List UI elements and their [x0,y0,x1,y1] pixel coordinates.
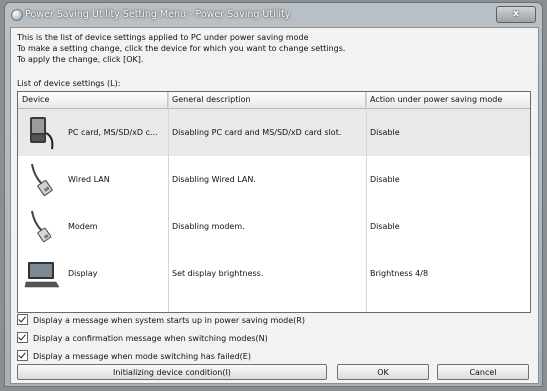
column-divider [168,92,169,312]
cancel-button[interactable]: Cancel [437,364,529,380]
dialog-window: Power Saving Utility Setting Menu - Powe… [4,2,543,387]
option-failure-message[interactable]: Display a message when mode switching ha… [17,350,251,365]
device-description: Disabling PC card and MS/SD/xD card slot… [172,128,342,137]
list-row-pc-card[interactable]: PC card, MS/SD/xD c... Disabling PC card… [18,109,530,156]
option-confirm-switch[interactable]: Display a confirmation message when swit… [17,332,268,347]
instruction-line: This is the list of device settings appl… [17,33,309,42]
device-settings-list[interactable]: Device General description Action under … [17,91,531,313]
laptop-display-icon [24,262,60,288]
initialize-device-button[interactable]: Initializing device condition(I) [17,364,327,380]
column-divider [366,92,367,312]
instructions: This is the list of device settings appl… [17,32,345,65]
device-description: Disabling modem. [172,222,245,231]
device-name: Modem [68,222,98,231]
column-header-action[interactable]: Action under power saving mode [366,92,530,108]
list-row-modem[interactable]: Modem Disabling modem. Disable [18,203,530,250]
title-bar[interactable]: Power Saving Utility Setting Menu - Powe… [5,3,542,27]
pc-card-icon [30,117,54,150]
device-action: Disable [370,222,400,231]
column-header-description[interactable]: General description [168,92,366,108]
list-row-wired-lan[interactable]: Wired LAN Disabling Wired LAN. Disable [18,156,530,203]
device-description: Set display brightness. [172,269,264,278]
window-title: Power Saving Utility Setting Menu - Powe… [25,9,291,20]
ok-button[interactable]: OK [337,364,429,380]
instruction-line: To make a setting change, click the devi… [17,44,346,53]
device-name: PC card, MS/SD/xD c... [68,128,158,137]
option-label: Display a message when mode switching ha… [33,352,251,361]
app-icon [11,9,23,21]
list-header: Device General description Action under … [18,92,530,109]
modem-cable-icon [31,210,52,243]
dialog-body: This is the list of device settings appl… [10,27,539,384]
list-label: List of device settings (L): [17,79,121,88]
device-description: Disabling Wired LAN. [172,175,256,184]
close-button[interactable]: x [496,6,536,23]
instruction-line: To apply the change, click [OK]. [17,55,144,64]
device-action: Disable [370,175,400,184]
checkbox-checked[interactable] [17,350,28,361]
device-name: Display [68,269,98,278]
device-action: Brightness 4/8 [370,269,429,278]
column-header-device[interactable]: Device [18,92,168,108]
network-cable-icon [31,163,53,196]
list-row-display[interactable]: Display Set display brightness. Brightne… [18,250,530,297]
checkbox-checked[interactable] [17,314,28,325]
device-action: Disable [370,128,400,137]
option-startup-message[interactable]: Display a message when system starts up … [17,314,305,329]
option-label: Display a confirmation message when swit… [33,334,268,343]
checkbox-checked[interactable] [17,332,28,343]
device-name: Wired LAN [68,175,110,184]
option-label: Display a message when system starts up … [33,316,305,325]
